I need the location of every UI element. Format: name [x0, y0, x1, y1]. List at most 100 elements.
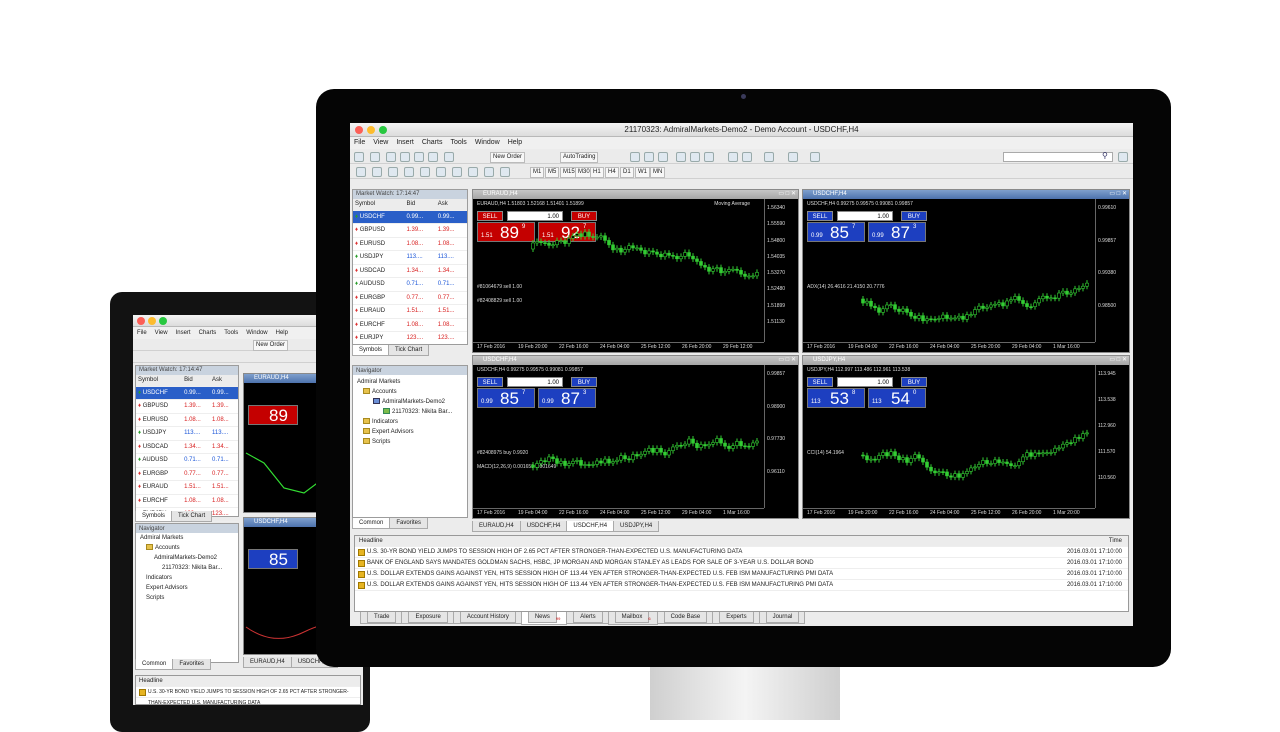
tab-code-base[interactable]: Code Base [656, 612, 714, 624]
chart-tab-usdchf-h4[interactable]: USDCHF,H4 [566, 521, 615, 532]
col-symbol[interactable]: Symbol [136, 375, 183, 387]
tree-scripts[interactable]: Scripts [140, 593, 238, 603]
shapes-icon[interactable] [500, 167, 510, 177]
col-ask[interactable]: Ask [210, 375, 238, 387]
tree-server[interactable]: AdmiralMarkets-Demo2 [357, 397, 467, 407]
chart-window-usdchf-h4[interactable]: USDCHF,H4 ▭ □ ✕ USDCHF,H4 0.99275 0.99575 … [472, 355, 799, 519]
tree-experts[interactable]: Expert Advisors [357, 427, 467, 437]
text-icon[interactable] [468, 167, 478, 177]
chart-area[interactable]: EURAUD,H4 1.51803 1.52168 1.51401 1.5189… [473, 199, 798, 352]
symbol-row[interactable]: ♦ AUDUSD 0.71... 0.71... [353, 277, 467, 292]
menu-window[interactable]: Window [246, 330, 267, 336]
tab-news[interactable]: News 99 [520, 612, 568, 626]
chart-shift-icon[interactable] [742, 152, 752, 162]
menu-help[interactable]: Help [276, 330, 288, 336]
chart-area[interactable]: USDJPY,H4 112.997 113.486 112.961 113.53… [803, 365, 1129, 518]
tab-account-history[interactable]: Account History [452, 612, 522, 624]
minimize-icon[interactable] [367, 126, 375, 134]
symbol-row[interactable]: ♦ EURUSD 1.08... 1.08... [136, 413, 238, 427]
symbol-row[interactable]: ♦ EURGBP 0.77... 0.77... [136, 467, 238, 481]
crosshair-icon[interactable] [372, 167, 382, 177]
window-controls-icon[interactable]: ▭ □ ✕ [1109, 356, 1127, 363]
search-icon[interactable]: ⚲ [1102, 151, 1108, 160]
vertical-line-icon[interactable] [388, 167, 398, 177]
symbol-row[interactable]: ♦ USDCAD 1.34... 1.34... [353, 264, 467, 278]
chart-tab-euraud-h4[interactable]: EURAUD,H4 [472, 521, 521, 532]
auto-scroll-icon[interactable] [728, 152, 738, 162]
symbol-row[interactable]: ♦ GBPUSD 1.39... 1.39... [353, 223, 467, 238]
chart-title[interactable]: EURAUD,H4 [473, 190, 798, 199]
tab-tick-chart[interactable]: Tick Chart [388, 345, 430, 356]
zoom-in-icon[interactable] [676, 152, 686, 162]
terminal-icon[interactable] [428, 152, 438, 162]
symbol-row[interactable]: ♦ EURCHF 1.08... 1.08... [136, 494, 238, 508]
tree-account[interactable]: 21170323: Nikita Bar... [140, 563, 238, 573]
close-icon[interactable] [355, 126, 363, 134]
timeframe-d1[interactable]: D1 [620, 167, 634, 178]
tree-root[interactable]: Admiral Markets [357, 377, 467, 387]
tab-symbols[interactable]: Symbols [135, 511, 173, 522]
close-icon[interactable] [137, 317, 145, 325]
menu-charts[interactable]: Charts [422, 139, 443, 146]
zoom-icon[interactable] [159, 317, 167, 325]
menu-window[interactable]: Window [475, 139, 500, 146]
tab-alerts[interactable]: Alerts [566, 612, 609, 624]
chart-area[interactable]: USDCHF,H4 0.99275 0.99575 0.99081 0.9985… [473, 365, 798, 518]
tree-root[interactable]: Admiral Markets [140, 533, 238, 543]
chart-window-euraud-h4[interactable]: EURAUD,H4 ▭ □ ✕ EURAUD,H4 1.51803 1.52168 … [472, 189, 799, 353]
time-axis[interactable]: 17 Feb 2016 19 Feb 04:00 22 Feb 16:00 24 Fe… [803, 342, 1095, 352]
trendline-icon[interactable] [420, 167, 430, 177]
navigator-icon[interactable] [414, 152, 424, 162]
news-row[interactable]: BANK OF ENGLAND SAYS MANDATES GOLDMAN SA… [355, 558, 1128, 569]
menu-file[interactable]: File [137, 330, 147, 336]
templates-icon[interactable] [810, 152, 820, 162]
chart-title[interactable]: USDCHF,H4 [803, 190, 1129, 199]
menu-tools[interactable]: Tools [224, 330, 238, 336]
sell-price-box-2[interactable]: 85 [248, 549, 298, 569]
col-ask[interactable]: Ask [435, 199, 467, 211]
time-axis[interactable]: 17 Feb 2016 19 Feb 04:00 22 Feb 16:00 24 Fe… [473, 508, 764, 518]
symbol-row[interactable]: ♦ GBPUSD 1.39... 1.39... [136, 399, 238, 414]
symbol-row[interactable]: ♦ EURAUD 1.51... 1.51... [136, 480, 238, 495]
tab-mailbox[interactable]: Mailbox 6 [607, 612, 658, 626]
chart-window-usdjpy-h4[interactable]: USDJPY,H4 ▭ □ ✕ USDJPY,H4 112.997 113.486 … [802, 355, 1130, 519]
time-axis[interactable]: 17 Feb 2016 19 Feb 20:00 22 Feb 16:00 24 Fe… [803, 508, 1095, 518]
news-row[interactable]: U.S. 30-YR BOND YIELD JUMPS TO SESSION H… [355, 547, 1128, 558]
tree-indicators[interactable]: Indicators [357, 417, 467, 427]
search-input[interactable] [1003, 152, 1113, 162]
horizontal-line-icon[interactable] [404, 167, 414, 177]
timeframe-h4[interactable]: H4 [605, 167, 619, 178]
tree-accounts[interactable]: Accounts [140, 543, 238, 553]
timeframe-m5[interactable]: M5 [545, 167, 560, 178]
col-bid[interactable]: Bid [404, 199, 436, 211]
window-controls-icon[interactable]: ▭ □ ✕ [1109, 190, 1127, 197]
tab-favorites[interactable]: Favorites [172, 659, 212, 670]
menu-tools[interactable]: Tools [450, 139, 466, 146]
new-order-button[interactable]: New Order [490, 152, 526, 163]
symbol-row[interactable]: ♦ EURUSD 1.08... 1.08... [353, 237, 467, 251]
symbol-row[interactable]: ♦ EURCHF 1.08... 1.08... [353, 318, 467, 332]
candlestick-icon[interactable] [644, 152, 654, 162]
news-row[interactable]: U.S. 30-YR BOND YIELD JUMPS TO SESSION H… [136, 687, 360, 705]
symbol-row[interactable]: ♦ EURAUD 1.51... 1.51... [353, 304, 467, 319]
tree-accounts[interactable]: Accounts [357, 387, 467, 397]
tab-trade[interactable]: Trade [360, 612, 403, 624]
timeframe-m1[interactable]: M1 [530, 167, 545, 178]
symbol-row[interactable]: ♦ EURGBP 0.77... 0.77... [353, 291, 467, 305]
price-axis[interactable]: 1.56340 1.55590 1.54800 1.54035 1.53270 1.524… [764, 199, 798, 342]
chart-tab-euraud[interactable]: EURAUD,H4 [243, 657, 292, 668]
chart-tab-usdjpy-h4[interactable]: USDJPY,H4 [613, 521, 660, 532]
tab-symbols[interactable]: Symbols [352, 345, 390, 356]
price-axis[interactable]: 0.99610 0.99857 0.99380 0.98500 [1095, 199, 1129, 342]
tab-experts[interactable]: Experts [712, 612, 760, 624]
symbol-row[interactable]: ♦ USDJPY 113.... 113.... [136, 426, 238, 441]
bar-chart-icon[interactable] [630, 152, 640, 162]
window-controls-icon[interactable]: ▭ □ ✕ [778, 356, 796, 363]
zoom-icon[interactable] [379, 126, 387, 134]
chart-window-usdchf-h4[interactable]: USDCHF,H4 ▭ □ ✕ USDCHF,H4 0.99275 0.99575 … [802, 189, 1130, 353]
price-axis[interactable]: 0.99857 0.98900 0.97730 0.96110 [764, 365, 798, 508]
chart-tab-usdchf-h4[interactable]: USDCHF,H4 [519, 521, 568, 532]
tree-scripts[interactable]: Scripts [357, 437, 467, 447]
fibo-icon[interactable] [452, 167, 462, 177]
tab-journal[interactable]: Journal [758, 612, 806, 624]
